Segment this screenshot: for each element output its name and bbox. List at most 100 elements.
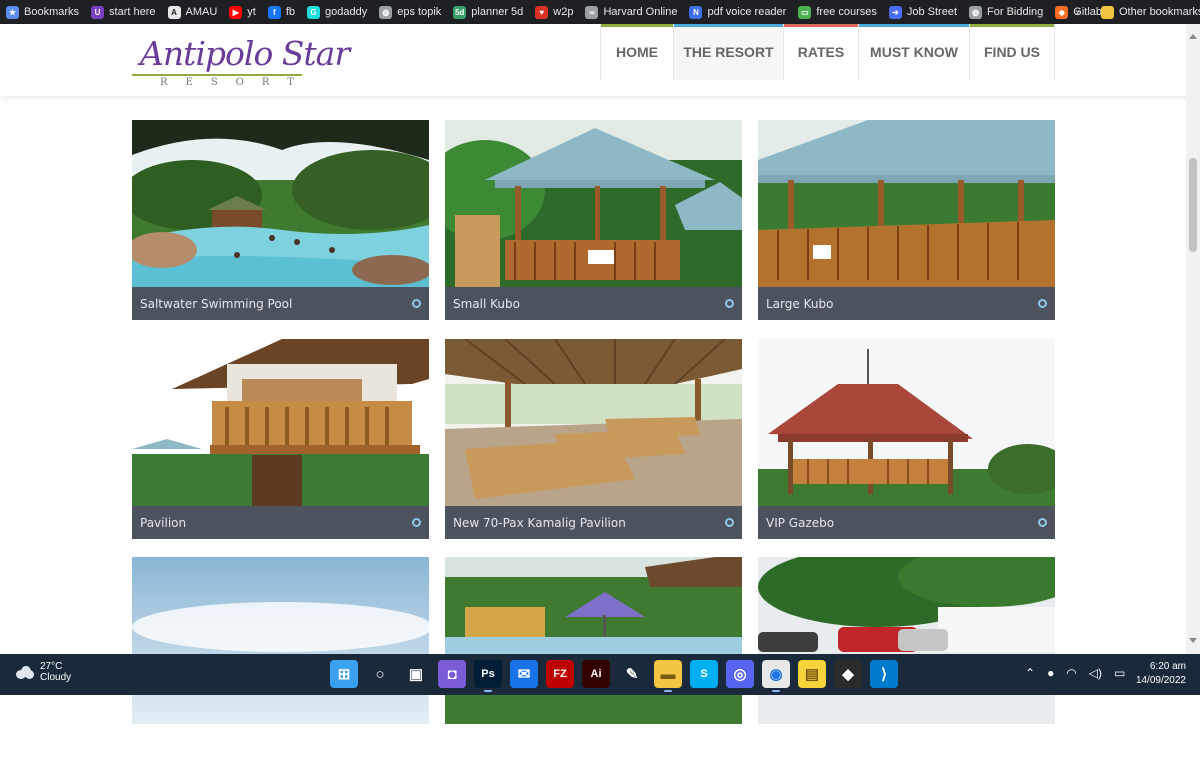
gallery-photo-kamalig[interactable] [445, 339, 742, 506]
gallery-caption[interactable]: Large Kubo [758, 287, 1055, 320]
weather-widget[interactable]: 27°C Cloudy [14, 661, 71, 683]
main-nav: HOME THE RESORT RATES MUST KNOW FIND US [600, 24, 1055, 80]
start-icon: U [91, 5, 105, 19]
nav-find-us[interactable]: FIND US [969, 24, 1055, 80]
gallery-caption[interactable]: VIP Gazebo [758, 506, 1055, 539]
mail-icon[interactable]: ✉ [510, 660, 538, 688]
gallery-photo-pavilion[interactable] [132, 339, 429, 506]
nav-rates[interactable]: RATES [783, 24, 858, 80]
chevron-up-icon[interactable]: ⌃ [1025, 666, 1035, 680]
bookmark-pdf-voice-reader[interactable]: Npdf voice reader [689, 5, 786, 19]
other-bookmarks-folder[interactable]: Other bookmarks [1101, 0, 1200, 24]
bookmark-planner-5d[interactable]: 5d planner 5d [453, 5, 524, 19]
nav-label: THE RESORT [683, 44, 774, 60]
file-explorer-icon[interactable]: ▬ [654, 660, 682, 692]
harvard-icon: ∞ [585, 5, 599, 19]
nav-label: RATES [797, 44, 845, 60]
bookmark-harvard-online[interactable]: ∞ Harvard Online [585, 5, 678, 19]
gallery-photo-playground[interactable] [445, 557, 742, 724]
bookmark-for-bidding[interactable]: ◍ For Bidding [969, 5, 1044, 19]
notification-app-icon[interactable]: ● [1047, 666, 1054, 680]
gallery-caption[interactable]: Small Kubo [445, 287, 742, 320]
nav-accent-bar [674, 24, 783, 27]
bookmark-label: Other bookmarks [1119, 6, 1200, 18]
gallery-photo-sky[interactable] [132, 557, 429, 724]
bookmark-label: planner 5d [471, 6, 524, 18]
bookmark-job-street[interactable]: ➜ Job Street [888, 5, 958, 19]
logo-subtitle: RESORT [160, 77, 312, 88]
gallery-card[interactable]: Large Kubo [758, 120, 1055, 320]
bookmark-label: w2p [553, 6, 574, 18]
gallery-card[interactable]: New 70-Pax Kamalig Pavilion [445, 339, 742, 539]
battery-icon[interactable]: ▭ [1114, 666, 1125, 680]
chrome-icon[interactable]: ◉ [762, 660, 790, 692]
bookmark-start-here[interactable]: Ustart here [91, 5, 156, 19]
gallery-card[interactable]: Saltwater Swimming Pool [132, 120, 429, 320]
circle-icon[interactable] [412, 299, 421, 308]
chat-icon[interactable]: ◘ [438, 660, 466, 688]
globe-icon: ◍ [969, 5, 983, 19]
godaddy-icon: G [307, 5, 321, 19]
scroll-thumb[interactable] [1189, 158, 1197, 252]
scroll-up-arrow[interactable] [1189, 34, 1197, 39]
planner-icon: 5d [453, 5, 467, 19]
volume-icon[interactable]: ◁) [1089, 666, 1102, 680]
gallery-card[interactable]: Small Kubo [445, 120, 742, 320]
bookmark-yt[interactable]: ▶ yt [229, 5, 256, 19]
bookmark-eps-topik[interactable]: ◍ eps topik [379, 5, 442, 19]
gallery-card[interactable]: Pavilion [132, 339, 429, 539]
photoshop-icon[interactable]: Ps [474, 660, 502, 692]
gallery-photo-kubo[interactable] [445, 120, 742, 287]
circle-icon[interactable] [1038, 299, 1047, 308]
page-scrollbar[interactable] [1186, 24, 1200, 654]
bookmark-free-courses[interactable]: ▭ free courses [798, 5, 877, 19]
site-header: Antipolo Star RESORT HOME THE RESORT RATES… [0, 24, 1200, 96]
site-logo[interactable]: Antipolo Star RESORT [132, 34, 350, 90]
sticky-notes-icon[interactable]: ▤ [798, 660, 826, 688]
bookmark-label: Job Street [906, 6, 958, 18]
wifi-icon[interactable]: ◠ [1066, 666, 1076, 680]
bookmark-label: Harvard Online [603, 6, 678, 18]
bookmark-label: start here [109, 6, 156, 18]
bookmark-label: eps topik [397, 6, 442, 18]
circle-icon[interactable] [412, 518, 421, 527]
bookmark-label: For Bidding [987, 6, 1044, 18]
nav-the-resort[interactable]: THE RESORT [673, 24, 783, 80]
nav-accent-bar [859, 24, 969, 27]
gallery-photo-large-kubo[interactable] [758, 120, 1055, 287]
discord-icon[interactable]: ◎ [726, 660, 754, 688]
vscode-icon[interactable]: ⟩ [870, 660, 898, 688]
bookmarks-overflow-button[interactable]: » [1075, 5, 1082, 19]
nav-home[interactable]: HOME [600, 24, 673, 80]
nav-label: FIND US [984, 44, 1040, 60]
gallery-caption[interactable]: Saltwater Swimming Pool [132, 287, 429, 320]
bookmark-fb[interactable]: f fb [267, 5, 295, 19]
gallery-photo-gazebo[interactable] [758, 339, 1055, 506]
bookmark-bookmarks[interactable]: ★ Bookmarks [6, 5, 80, 19]
gallery-caption[interactable]: Pavilion [132, 506, 429, 539]
gallery-caption[interactable]: New 70-Pax Kamalig Pavilion [445, 506, 742, 539]
system-clock[interactable]: 6:20 am 14/09/2022 [1134, 660, 1186, 688]
pdf-reader-icon: N [689, 5, 703, 19]
filezilla-icon[interactable]: FZ [546, 660, 574, 688]
bookmark-amau[interactable]: A AMAU [167, 5, 217, 19]
task-view-icon[interactable]: ▣ [402, 660, 430, 688]
nav-must-know[interactable]: MUST KNOW [858, 24, 969, 80]
search-icon[interactable]: ○ [366, 660, 394, 688]
gallery-card[interactable]: VIP Gazebo [758, 339, 1055, 539]
illustrator-icon[interactable]: Ai [582, 660, 610, 688]
windows-start-icon[interactable]: ⊞ [330, 660, 358, 688]
windows-taskbar: 27°C Cloudy ⊞ ○ ▣ ◘ Ps ✉ FZ Ai ✎ ▬ S ◎ ◉ ▤ ◆ ⟩ ⌃ ● ◠ ◁)… [0, 654, 1200, 695]
circle-icon[interactable] [1038, 518, 1047, 527]
gallery-photo-parking[interactable] [758, 557, 1055, 724]
pencil-icon[interactable]: ✎ [618, 660, 646, 688]
skype-icon[interactable]: S [690, 660, 718, 688]
circle-icon[interactable] [725, 299, 734, 308]
circle-icon[interactable] [725, 518, 734, 527]
bookmark-label: Bookmarks [24, 6, 80, 18]
git-icon[interactable]: ◆ [834, 660, 862, 688]
gallery-photo-pool[interactable] [132, 120, 429, 287]
scroll-down-arrow[interactable] [1189, 638, 1197, 643]
bookmark-w2p[interactable]: ♥ w2p [535, 5, 574, 19]
bookmark-godaddy[interactable]: Ggodaddy [307, 5, 367, 19]
